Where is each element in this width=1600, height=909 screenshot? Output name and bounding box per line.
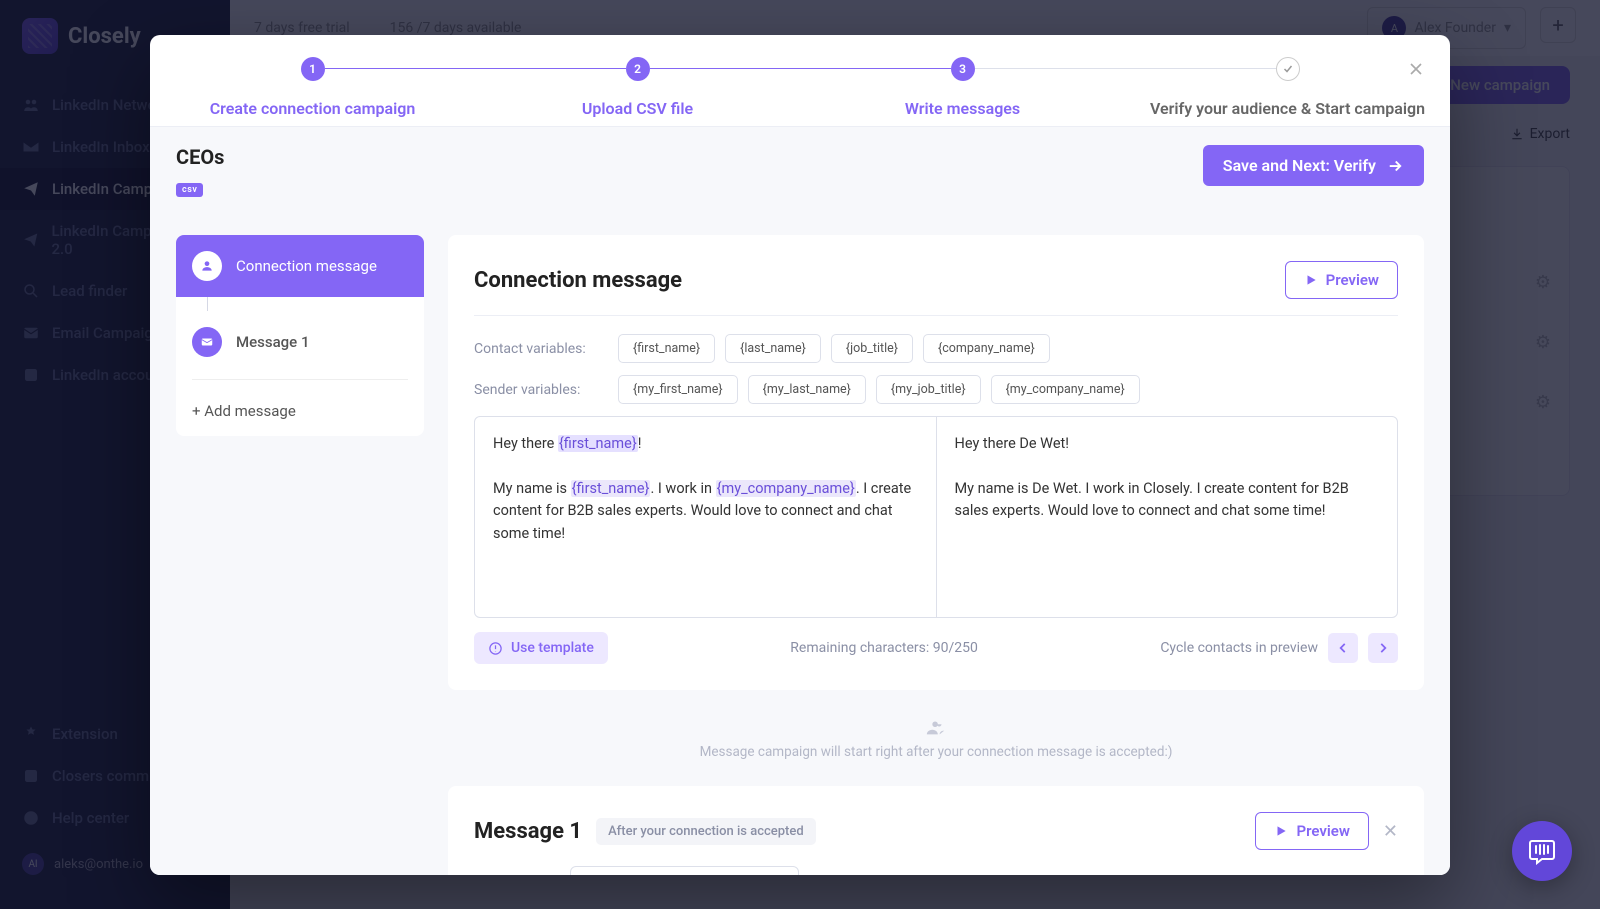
stepper: 1Create connection campaign 2Upload CSV … bbox=[150, 35, 1450, 127]
message-template-editor[interactable]: Hey there {first_name}! My name is {firs… bbox=[475, 417, 936, 617]
after-badge: After your connection is accepted bbox=[596, 818, 816, 845]
step-3[interactable]: 3Write messages bbox=[800, 57, 1125, 118]
var-company-name[interactable]: {company_name} bbox=[923, 334, 1050, 363]
step-message-1[interactable]: Message 1 bbox=[176, 311, 424, 373]
step-connection-message[interactable]: Connection message bbox=[176, 235, 424, 297]
char-counter: Remaining characters: 90/250 bbox=[790, 640, 978, 656]
cycle-contacts: Cycle contacts in preview bbox=[1160, 633, 1398, 663]
message-editor: Hey there {first_name}! My name is {firs… bbox=[474, 416, 1398, 618]
panel-title: Connection message bbox=[474, 268, 682, 293]
var-last-name[interactable]: {last_name} bbox=[725, 334, 821, 363]
csv-badge: csv bbox=[176, 183, 203, 197]
var-job-title[interactable]: {job_title} bbox=[831, 334, 913, 363]
var-my-last-name[interactable]: {my_last_name} bbox=[748, 375, 866, 404]
message-1-panel: Message 1 After your connection is accep… bbox=[448, 786, 1424, 875]
use-template-button[interactable]: Use template bbox=[474, 632, 608, 664]
campaign-modal: 1Create connection campaign 2Upload CSV … bbox=[150, 35, 1450, 875]
close-icon[interactable] bbox=[1402, 55, 1430, 87]
add-message-button[interactable]: + Add message bbox=[176, 386, 424, 436]
mail-icon bbox=[192, 327, 222, 357]
time-delay-select[interactable]: After a request is accepted bbox=[570, 866, 799, 875]
message-preview: Hey there De Wet! My name is De Wet. I w… bbox=[936, 417, 1398, 617]
remove-message-button[interactable]: ✕ bbox=[1383, 821, 1398, 842]
var-my-job-title[interactable]: {my_job_title} bbox=[876, 375, 981, 404]
preview-button[interactable]: Preview bbox=[1255, 812, 1368, 850]
title-bar: CEOs csv Save and Next: Verify bbox=[150, 127, 1450, 211]
step-2[interactable]: 2Upload CSV file bbox=[475, 57, 800, 118]
var-my-company-name[interactable]: {my_company_name} bbox=[991, 375, 1140, 404]
prev-contact-button[interactable] bbox=[1328, 633, 1358, 663]
next-contact-button[interactable] bbox=[1368, 633, 1398, 663]
campaign-note: Message campaign will start right after … bbox=[448, 716, 1424, 760]
var-my-first-name[interactable]: {my_first_name} bbox=[618, 375, 738, 404]
step-1[interactable]: 1Create connection campaign bbox=[150, 57, 475, 118]
connection-message-panel: Connection message Preview Contact varia… bbox=[448, 235, 1424, 690]
save-next-button[interactable]: Save and Next: Verify bbox=[1203, 145, 1424, 186]
person-icon bbox=[192, 251, 222, 281]
sender-variables-row: Sender variables: {my_first_name} {my_la… bbox=[474, 375, 1398, 404]
intercom-launcher[interactable] bbox=[1512, 821, 1572, 881]
panel-title: Message 1 bbox=[474, 819, 582, 844]
campaign-name: CEOs bbox=[176, 145, 224, 169]
preview-button[interactable]: Preview bbox=[1285, 261, 1398, 299]
var-first-name[interactable]: {first_name} bbox=[618, 334, 715, 363]
contact-variables-row: Contact variables: {first_name} {last_na… bbox=[474, 334, 1398, 363]
message-steps: Connection message Message 1 + Add messa… bbox=[176, 235, 424, 436]
